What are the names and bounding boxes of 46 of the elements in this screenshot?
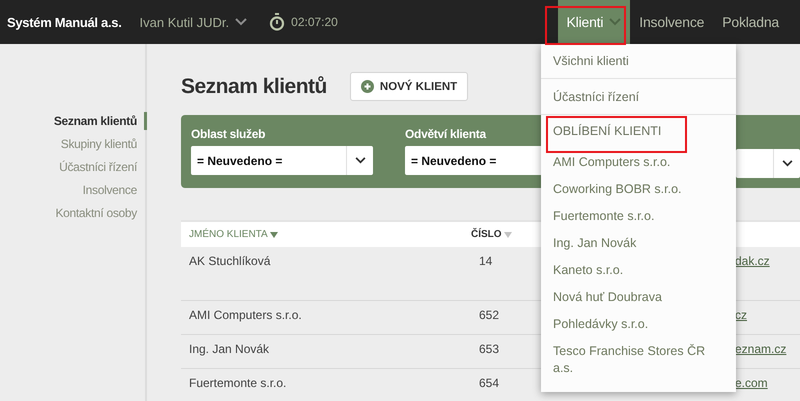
sidebar-item[interactable]: Insolvence	[82, 181, 147, 199]
chevron-icon	[354, 157, 366, 164]
plus-circle-icon	[360, 80, 374, 93]
menu-item[interactable]: Ing. Jan Novák	[541, 230, 736, 257]
page-title: Seznam klientů	[181, 74, 327, 98]
chevron-icon	[235, 18, 248, 26]
column-header[interactable]: JMÉNO KLIENTA	[189, 229, 471, 240]
stopwatch-icon	[269, 13, 286, 31]
table-cell-text: 653	[479, 341, 500, 356]
menu-item[interactable]: Nová huť Doubrava	[541, 284, 736, 311]
table-cell-text: 652	[479, 307, 500, 322]
menu-item[interactable]: Coworking BOBR s.r.o.	[541, 176, 736, 203]
timer-text: 02:07:20	[291, 15, 338, 29]
select-field[interactable]: = Neuvedeno =	[191, 146, 373, 175]
menu-item[interactable]: Pohledávky s.r.o.	[541, 311, 736, 338]
email-link[interactable]: eznam.cz	[735, 335, 786, 356]
sidebar-item[interactable]: Skupiny klientů	[60, 135, 147, 153]
nav-item[interactable]: Pokladna	[713, 0, 788, 44]
sidebar-item[interactable]: Seznam klientů	[54, 112, 147, 130]
menu-heading: OBLÍBENÍ KLIENTI	[553, 123, 662, 140]
filter-label: Oblast služeb	[191, 127, 266, 141]
nav-item[interactable]: Klienti	[558, 0, 630, 44]
select-field[interactable]	[736, 149, 800, 178]
menu-item[interactable]: Tesco Franchise Stores ČR a.s.	[541, 338, 736, 382]
table-cell-text: Fuertemonte s.r.o.	[188, 375, 288, 390]
nav-item[interactable]: Insolvence	[630, 0, 714, 44]
table-cell-text: Ing. Jan Novák	[188, 341, 270, 356]
table-cell-text: AMI Computers s.r.o.	[188, 307, 303, 322]
sort-arrow-icon	[270, 232, 278, 238]
user-menu[interactable]: Ivan Kutil JUDr.	[140, 14, 248, 30]
brand-name: Systém Manuál a.s.	[7, 14, 122, 30]
new-client-button[interactable]: NOVÝ KLIENT	[350, 72, 468, 101]
table-cell-text: 654	[479, 375, 500, 390]
email-link[interactable]: dak.cz	[735, 247, 770, 268]
sort-arrow-icon	[504, 232, 512, 238]
menu-item[interactable]: Fuertemonte s.r.o.	[541, 203, 736, 230]
table-cell-text: 14	[479, 253, 494, 268]
sidebar-item[interactable]: Účastníci řízení	[59, 158, 147, 176]
chevron-icon	[782, 160, 792, 167]
menu-item[interactable]: Účastníci řízení	[541, 79, 736, 115]
sidebar-item[interactable]: Kontaktní osoby	[55, 204, 147, 222]
menu-item[interactable]: Všichni klienti	[541, 44, 736, 79]
table-cell-text: AK Stuchlíková	[188, 253, 272, 268]
email-link[interactable]: e.com	[735, 369, 768, 390]
menu-item[interactable]: Kaneto s.r.o.	[541, 257, 736, 284]
column-header[interactable]: ČÍSLO	[471, 229, 512, 240]
